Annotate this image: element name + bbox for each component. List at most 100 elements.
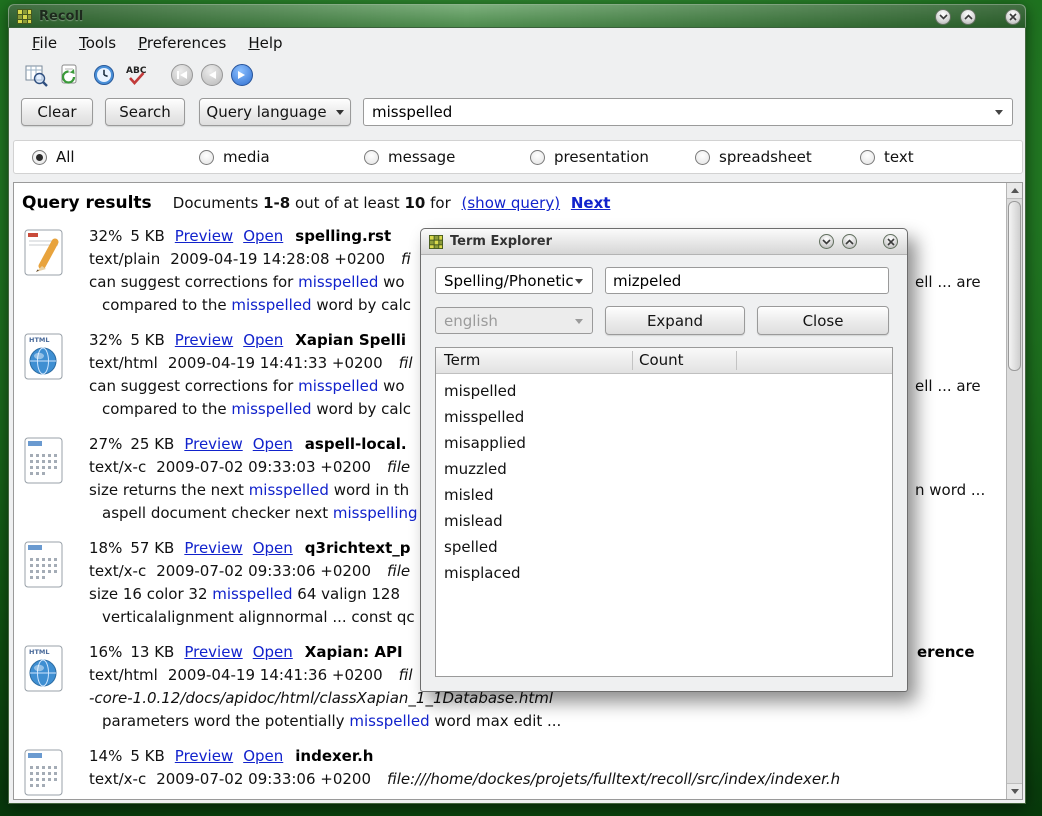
term-input[interactable] (605, 267, 889, 294)
shade-window-button[interactable] (935, 9, 951, 25)
snippet-text: word in th (329, 481, 409, 499)
menu-help[interactable]: Help (237, 31, 293, 55)
dialog-title: Term Explorer (450, 234, 552, 249)
history-icon[interactable] (91, 62, 117, 88)
preview-link[interactable]: Preview (184, 539, 242, 557)
term-row[interactable]: spelled (436, 534, 892, 560)
snippet-text: size 16 color 32 (89, 585, 212, 603)
category-label: text (884, 148, 914, 166)
menu-accel-underline: T (79, 34, 86, 52)
term-cell: misplaced (444, 564, 520, 582)
shade-dialog-button[interactable] (819, 234, 834, 249)
category-label: message (388, 148, 455, 166)
preview-link[interactable]: Preview (184, 435, 242, 453)
radio-all[interactable] (32, 150, 47, 165)
count-column-header[interactable]: Count (639, 348, 684, 373)
snippet-text: word by calc (312, 296, 411, 314)
open-link[interactable]: Open (253, 435, 293, 453)
first-page-icon[interactable] (171, 64, 193, 86)
menu-file[interactable]: File (21, 31, 68, 55)
clear-button[interactable]: Clear (21, 98, 93, 126)
category-spreadsheet[interactable]: spreadsheet (695, 148, 812, 166)
radio-message[interactable] (364, 150, 379, 165)
term-row[interactable]: misspelled (436, 404, 892, 430)
term-column-header[interactable]: Term (444, 348, 480, 373)
file-size: 5 KB (130, 227, 164, 245)
file-size: 5 KB (130, 747, 164, 765)
open-link[interactable]: Open (253, 643, 293, 661)
menu-preferences[interactable]: Preferences (127, 31, 237, 55)
term-row[interactable]: mislead (436, 508, 892, 534)
expansion-mode-select[interactable]: Spelling/Phonetic (435, 267, 593, 294)
radio-presentation[interactable] (530, 150, 545, 165)
snippet-text: 64 valign 128 (293, 585, 400, 603)
query-language-dropdown[interactable]: Query language (199, 98, 351, 126)
scroll-up-arrow[interactable] (1007, 183, 1022, 199)
query-combobox[interactable] (363, 98, 1013, 126)
category-presentation[interactable]: presentation (530, 148, 649, 166)
snippet-text: compared to the (102, 296, 231, 314)
term-row[interactable]: misplaced (436, 560, 892, 586)
radio-media[interactable] (199, 150, 214, 165)
category-text[interactable]: text (860, 148, 914, 166)
category-media[interactable]: media (199, 148, 270, 166)
radio-spreadsheet[interactable] (695, 150, 710, 165)
open-link[interactable]: Open (243, 331, 283, 349)
scrollbar-thumb[interactable] (1008, 201, 1021, 371)
preview-link[interactable]: Preview (175, 747, 233, 765)
scroll-down-arrow[interactable] (1007, 783, 1022, 799)
header-separator (736, 351, 737, 370)
term-explorer-titlebar[interactable]: Term Explorer (421, 229, 907, 255)
results-summary: Documents 1-8 out of at least 10 for (sh… (173, 194, 611, 212)
open-link[interactable]: Open (243, 747, 283, 765)
term-row[interactable]: misled (436, 482, 892, 508)
close-button[interactable]: Close (757, 306, 889, 335)
menu-tools[interactable]: Tools (68, 31, 127, 55)
term-row[interactable]: mispelled (436, 378, 892, 404)
open-link[interactable]: Open (253, 539, 293, 557)
preview-link[interactable]: Preview (175, 227, 233, 245)
term-table: Term Count mispelledmisspelled misapplied… (435, 347, 893, 677)
html-file-icon: HTML (22, 332, 66, 382)
result-meta-line: text/x-c2009-07-02 09:33:06 +0200file://… (89, 768, 1005, 791)
query-input[interactable] (372, 103, 990, 121)
expand-button[interactable]: Expand (605, 306, 745, 335)
language-value: english (444, 312, 498, 330)
category-label: All (56, 148, 75, 166)
menu-accel-underline: P (138, 34, 147, 52)
category-message[interactable]: message (364, 148, 455, 166)
radio-text[interactable] (860, 150, 875, 165)
window-titlebar[interactable]: Recoll (8, 4, 1026, 28)
update-index-icon[interactable] (57, 62, 83, 88)
results-scrollbar[interactable] (1006, 183, 1022, 799)
table-search-icon[interactable] (23, 62, 49, 88)
close-dialog-button[interactable] (883, 234, 898, 249)
relevance-percent: 16% (89, 643, 122, 661)
term-row[interactable]: misapplied (436, 430, 892, 456)
term-table-header: Term Count (436, 348, 892, 374)
show-query-link[interactable]: (show query) (462, 194, 561, 212)
next-page-icon[interactable] (231, 64, 253, 86)
term-row[interactable]: muzzled (436, 456, 892, 482)
dropdown-arrow-icon (336, 110, 344, 115)
snippet-text: can suggest corrections for (89, 377, 298, 395)
preview-link[interactable]: Preview (175, 331, 233, 349)
summary-total: 10 (404, 194, 425, 212)
search-button[interactable]: Search (105, 98, 185, 126)
match-highlight: misspelled (231, 296, 311, 314)
summary-range: 1-8 (263, 194, 290, 212)
unshade-window-button[interactable] (960, 9, 976, 25)
term-list: mispelledmisspelledmisappliedmuzzledmisl… (436, 374, 892, 586)
close-window-button[interactable] (1005, 9, 1021, 25)
result-head-line: 14%5 KBPreviewOpenindexer.h (89, 745, 1005, 768)
prev-page-icon[interactable] (201, 64, 223, 86)
doc-url: file (387, 562, 410, 580)
term-cell: misapplied (444, 434, 526, 452)
next-page-link[interactable]: Next (571, 194, 611, 212)
result-title-overflow: erence (917, 641, 975, 664)
open-link[interactable]: Open (243, 227, 283, 245)
unshade-dialog-button[interactable] (842, 234, 857, 249)
spellcheck-icon[interactable]: ABC (125, 62, 151, 88)
preview-link[interactable]: Preview (184, 643, 242, 661)
category-all[interactable]: All (32, 148, 75, 166)
